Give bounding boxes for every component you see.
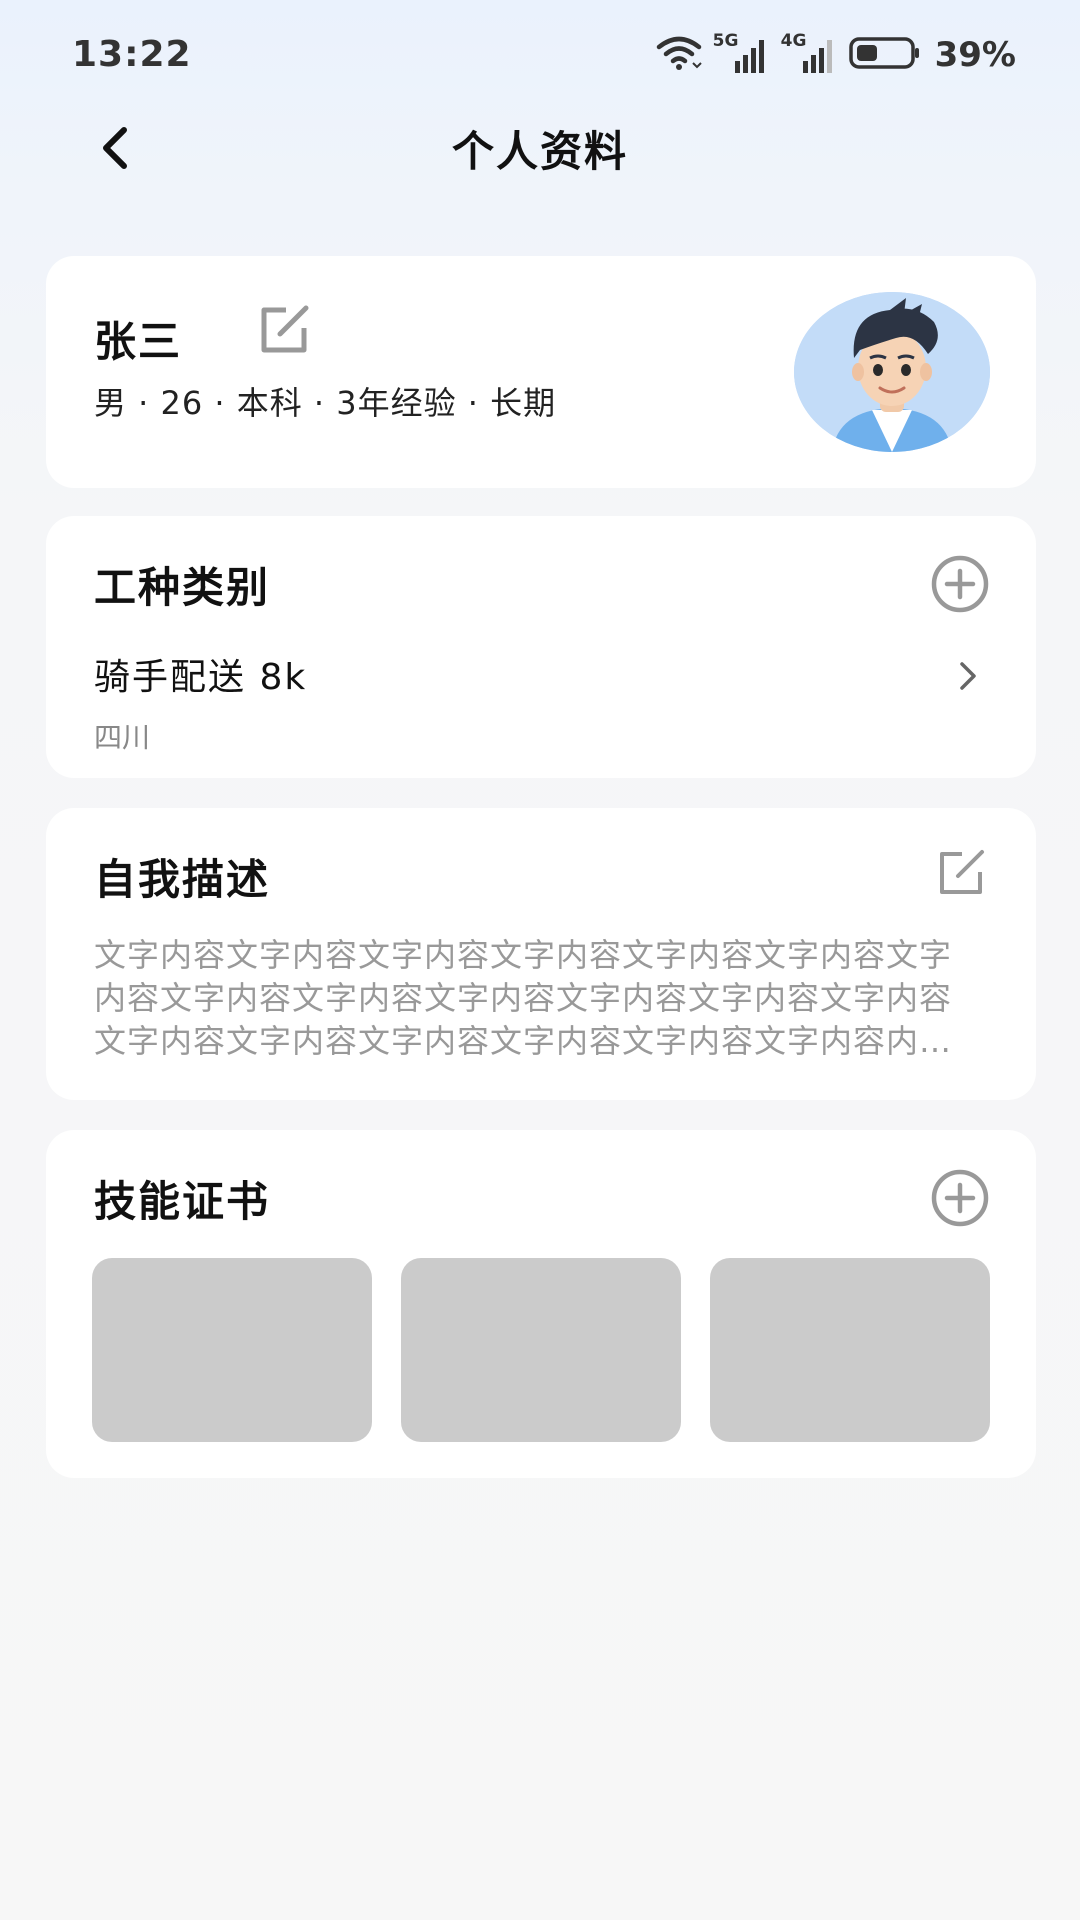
edit-name-button[interactable] [258, 304, 318, 358]
profile-meta: 男 · 26 · 本科 · 3年经验 · 长期 [94, 384, 557, 422]
self-description-card: 自我描述 文字内容文字内容文字内容文字内容文字内容文字内容文字内容文字内容文字内… [46, 808, 1036, 1100]
self-description-title: 自我描述 [94, 855, 271, 904]
add-job-type-button[interactable] [930, 554, 990, 614]
plus-circle-icon [930, 1169, 990, 1232]
profile-name: 张三 [94, 317, 183, 366]
certificate-image-placeholder[interactable] [401, 1258, 681, 1442]
certificates-title: 技能证书 [94, 1177, 271, 1226]
job-type-item-location: 四川 [94, 721, 151, 754]
signal-4g-icon: 4G [781, 31, 839, 75]
self-description-text: 文字内容文字内容文字内容文字内容文字内容文字内容文字内容文字内容文字内容文字内容… [94, 936, 953, 1060]
certificates-card: 技能证书 [46, 1130, 1036, 1478]
status-bar: 13:22 5G 4G 39% [0, 0, 1080, 110]
job-type-item[interactable]: 骑手配送 8k 四川 [94, 640, 1006, 754]
profile-card: 张三 男 · 26 · 本科 · 3年经验 · 长期 [46, 256, 1036, 488]
header: 个人资料 [0, 100, 1080, 200]
add-certificate-button[interactable] [930, 1168, 990, 1228]
chevron-right-icon [952, 656, 984, 696]
wifi-icon [655, 35, 703, 75]
job-type-item-title: 骑手配送 8k [94, 657, 308, 698]
certificate-list [92, 1258, 990, 1442]
page-title: 个人资料 [451, 127, 628, 176]
job-type-title: 工种类别 [94, 563, 271, 612]
avatar[interactable] [794, 292, 990, 452]
certificate-image-placeholder[interactable] [92, 1258, 372, 1442]
battery-percent: 39% [934, 35, 1016, 75]
edit-description-button[interactable] [936, 848, 990, 898]
signal-5g-icon: 5G [713, 31, 771, 75]
job-type-card: 工种类别 骑手配送 8k 四川 [46, 516, 1036, 778]
status-time: 13:22 [72, 34, 192, 75]
status-icons: 5G 4G 39% [655, 30, 1016, 80]
edit-icon [936, 850, 990, 902]
certificate-image-placeholder[interactable] [710, 1258, 990, 1442]
plus-circle-icon [930, 555, 990, 618]
edit-icon [258, 305, 314, 360]
battery-icon [848, 36, 923, 74]
